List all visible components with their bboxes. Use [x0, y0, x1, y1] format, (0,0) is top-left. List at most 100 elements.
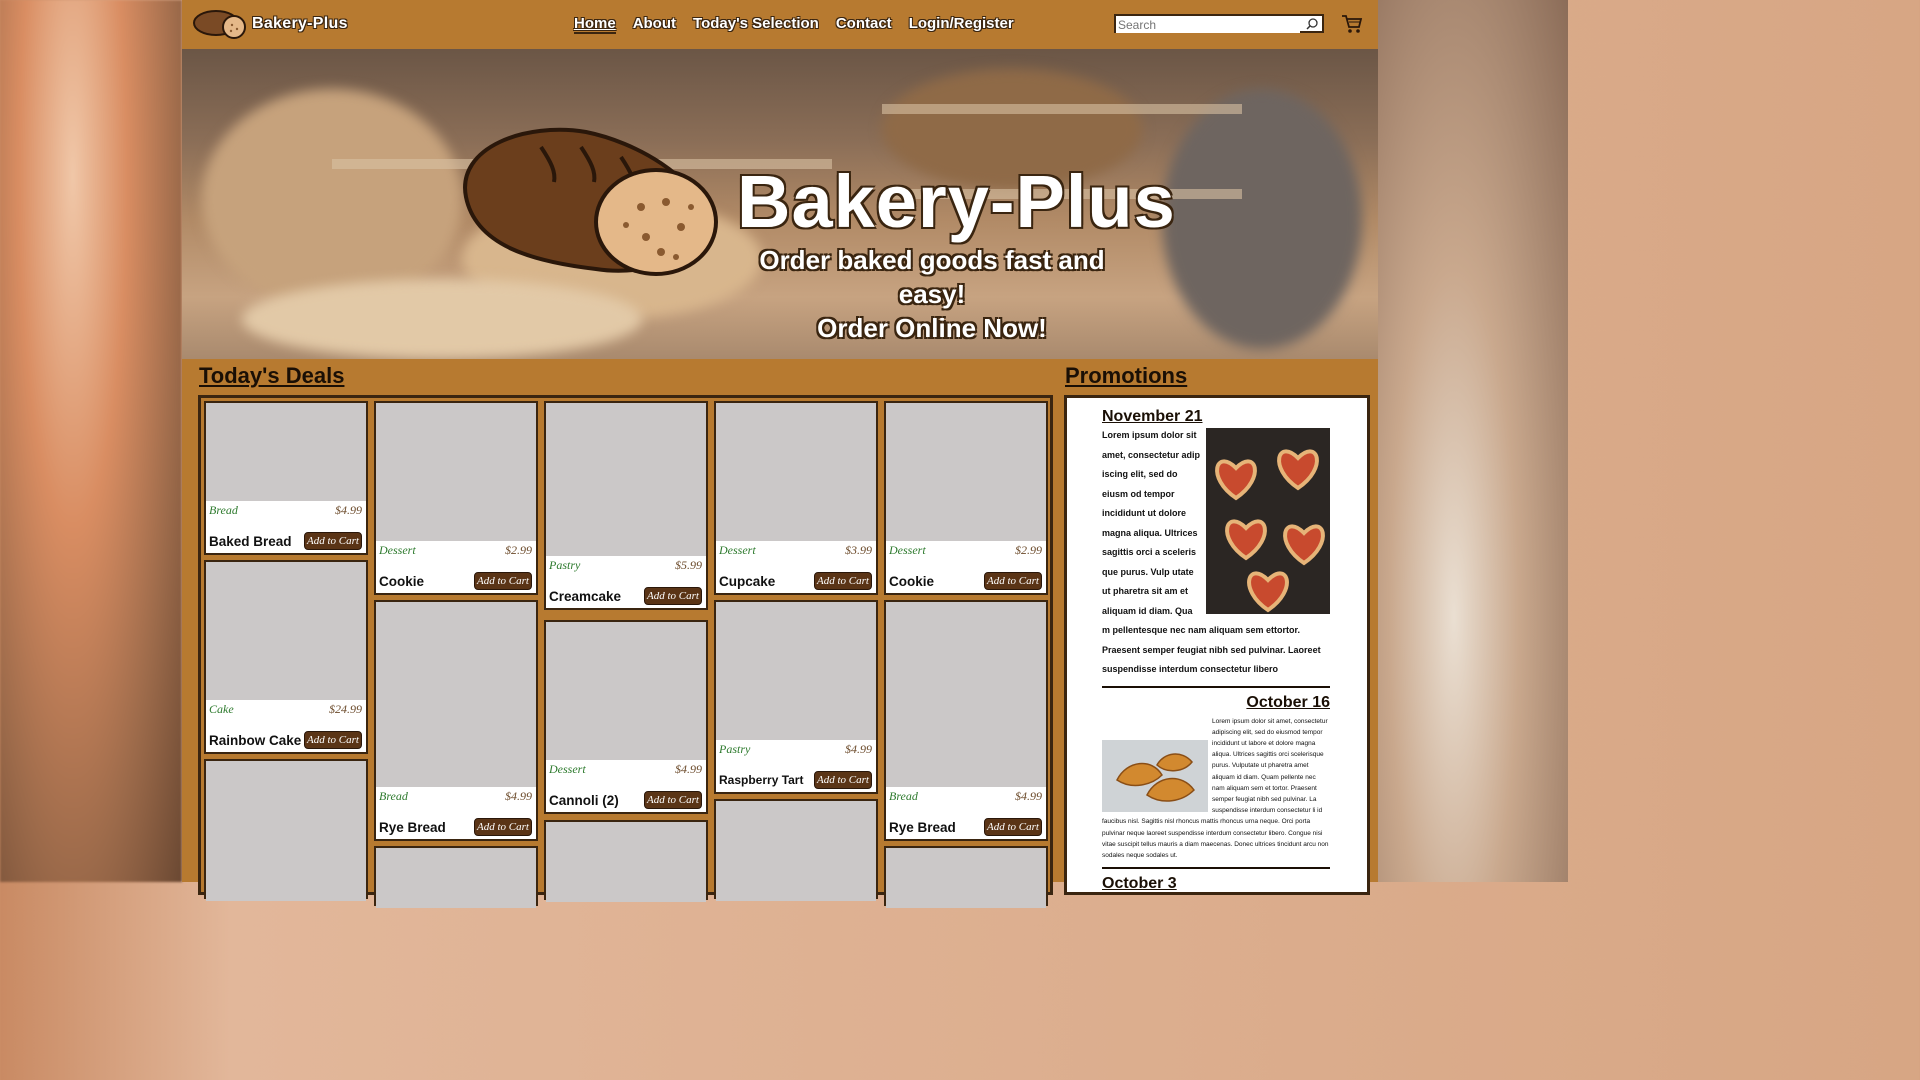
croissants-image: [1102, 739, 1208, 812]
product-card[interactable]: Dessert $3.99 Cupcake Add to Cart: [714, 401, 878, 595]
product-category: Bread: [889, 789, 918, 803]
product-name: Baked Bread: [209, 534, 292, 549]
product-meta: Dessert $2.99 Cookie Add to Cart: [376, 541, 536, 593]
promo-date: October 16: [1246, 693, 1330, 711]
nav-contact[interactable]: Contact: [836, 15, 892, 34]
product-name: Rye Bread: [379, 820, 446, 835]
product-image: [716, 403, 876, 541]
product-card[interactable]: [544, 820, 708, 902]
product-card[interactable]: Bread $4.99 Rye Bread Add to Cart: [374, 600, 538, 841]
product-image: [716, 602, 876, 740]
promo-date: November 21: [1102, 408, 1203, 425]
product-card[interactable]: Pastry $4.99 Raspberry Tart Add to Cart: [714, 600, 878, 794]
add-to-cart-button[interactable]: Add to Cart: [304, 731, 362, 749]
page-container: Bakery-Plus Home About Today's Selection…: [182, 0, 1378, 908]
shopping-cart-icon[interactable]: [1341, 14, 1363, 34]
product-image: [546, 822, 706, 902]
add-to-cart-button[interactable]: Add to Cart: [814, 771, 872, 789]
add-to-cart-button[interactable]: Add to Cart: [474, 818, 532, 836]
product-name: Raspberry Tart: [719, 773, 804, 787]
product-category: Bread: [209, 503, 238, 517]
hero-subtitle-line1: Order baked goods fast and easy!: [759, 245, 1105, 309]
product-card[interactable]: Bread $4.99 Baked Bread Add to Cart: [204, 401, 368, 555]
product-meta: Dessert $4.99 Cannoli (2) Add to Cart: [546, 760, 706, 812]
product-price: $4.99: [1015, 789, 1042, 803]
add-to-cart-button[interactable]: Add to Cart: [474, 572, 532, 590]
product-image: [206, 403, 366, 501]
heart-tarts-image: [1206, 428, 1330, 614]
product-category: Dessert: [549, 762, 586, 776]
product-price: $4.99: [505, 789, 532, 803]
promo-divider: [1102, 867, 1330, 870]
search-input[interactable]: [1116, 17, 1300, 33]
product-name: Creamcake: [549, 589, 622, 604]
product-name: Cookie: [889, 574, 935, 589]
product-category: Pastry: [719, 742, 751, 756]
hero-subtitle: Order baked goods fast and easy! Order O…: [737, 243, 1127, 345]
product-price: $24.99: [329, 702, 362, 716]
background-left: [0, 0, 182, 882]
add-to-cart-button[interactable]: Add to Cart: [304, 532, 362, 550]
product-name: Cupcake: [719, 574, 776, 589]
product-card[interactable]: Bread $4.99 Rye Bread Add to Cart: [884, 600, 1048, 841]
product-card[interactable]: [884, 846, 1048, 908]
hero-title: Bakery-Plus: [737, 160, 1176, 243]
product-name: Rainbow Cake: [209, 733, 302, 748]
product-price: $3.99: [845, 543, 872, 557]
product-meta: Bread $4.99 Baked Bread Add to Cart: [206, 501, 366, 553]
product-meta: Dessert $2.99 Cookie Add to Cart: [886, 541, 1046, 593]
nav-about[interactable]: About: [633, 15, 676, 34]
product-card[interactable]: [714, 799, 878, 901]
add-to-cart-button[interactable]: Add to Cart: [984, 572, 1042, 590]
product-name: Cookie: [379, 574, 425, 589]
add-to-cart-button[interactable]: Add to Cart: [644, 791, 702, 809]
hero-banner: Bakery-Plus Order baked goods fast and e…: [182, 49, 1378, 359]
product-price: $4.99: [845, 742, 872, 756]
brand-name: Bakery-Plus: [252, 15, 348, 32]
product-meta: Pastry $4.99 Raspberry Tart Add to Cart: [716, 740, 876, 792]
product-card[interactable]: Pastry $5.99 Creamcake Add to Cart: [544, 401, 708, 610]
product-image: [376, 403, 536, 541]
product-category: Dessert: [719, 543, 756, 557]
promo-date: October 3: [1102, 875, 1177, 893]
product-card[interactable]: Dessert $2.99 Cookie Add to Cart: [374, 401, 538, 595]
promotions-list: November 21 Lorem ipsum dolor sit amet, …: [1102, 398, 1330, 893]
product-category: Cake: [209, 702, 234, 716]
nav-todays-selection[interactable]: Today's Selection: [693, 15, 819, 34]
product-price: $2.99: [1015, 543, 1042, 557]
product-card[interactable]: Dessert $4.99 Cannoli (2) Add to Cart: [544, 620, 708, 814]
nav-login-register[interactable]: Login/Register: [909, 15, 1014, 34]
product-image: [716, 801, 876, 901]
add-to-cart-button[interactable]: Add to Cart: [984, 818, 1042, 836]
nav-home[interactable]: Home: [574, 15, 616, 34]
product-card[interactable]: [204, 759, 368, 901]
product-image: [546, 403, 706, 556]
product-category: Pastry: [549, 558, 581, 572]
product-card[interactable]: [374, 846, 538, 908]
product-name: Rye Bread: [889, 820, 956, 835]
product-meta: Bread $4.99 Rye Bread Add to Cart: [886, 787, 1046, 839]
product-meta: Dessert $3.99 Cupcake Add to Cart: [716, 541, 876, 593]
add-to-cart-button[interactable]: Add to Cart: [814, 572, 872, 590]
product-price: $2.99: [505, 543, 532, 557]
promo-divider: [1102, 685, 1330, 688]
promo-item: Lorem ipsum dolor sit amet, consectetur …: [1102, 426, 1330, 680]
deals-grid: Bread $4.99 Baked Bread Add to Cart Cake…: [198, 395, 1053, 908]
product-category: Dessert: [379, 543, 416, 557]
product-category: Bread: [379, 789, 408, 803]
brand-logo-link[interactable]: Bakery-Plus: [192, 8, 348, 40]
product-image: [886, 848, 1046, 908]
search-icon[interactable]: [1306, 18, 1318, 30]
product-image: [206, 761, 366, 901]
hero-subtitle-line2: Order Online Now!: [817, 313, 1047, 343]
product-price: $4.99: [675, 762, 702, 776]
product-image: [886, 403, 1046, 541]
product-card[interactable]: Cake $24.99 Rainbow Cake Add to Cart: [204, 560, 368, 754]
product-image: [886, 602, 1046, 787]
add-to-cart-button[interactable]: Add to Cart: [644, 587, 702, 605]
product-name: Cannoli (2): [549, 793, 619, 808]
product-card[interactable]: Dessert $2.99 Cookie Add to Cart: [884, 401, 1048, 595]
product-image: [376, 602, 536, 787]
promo-item: Lorem ipsum dolor sit amet, consectetur …: [1102, 716, 1330, 862]
main-menu: Home About Today's Selection Contact Log…: [574, 15, 1031, 34]
